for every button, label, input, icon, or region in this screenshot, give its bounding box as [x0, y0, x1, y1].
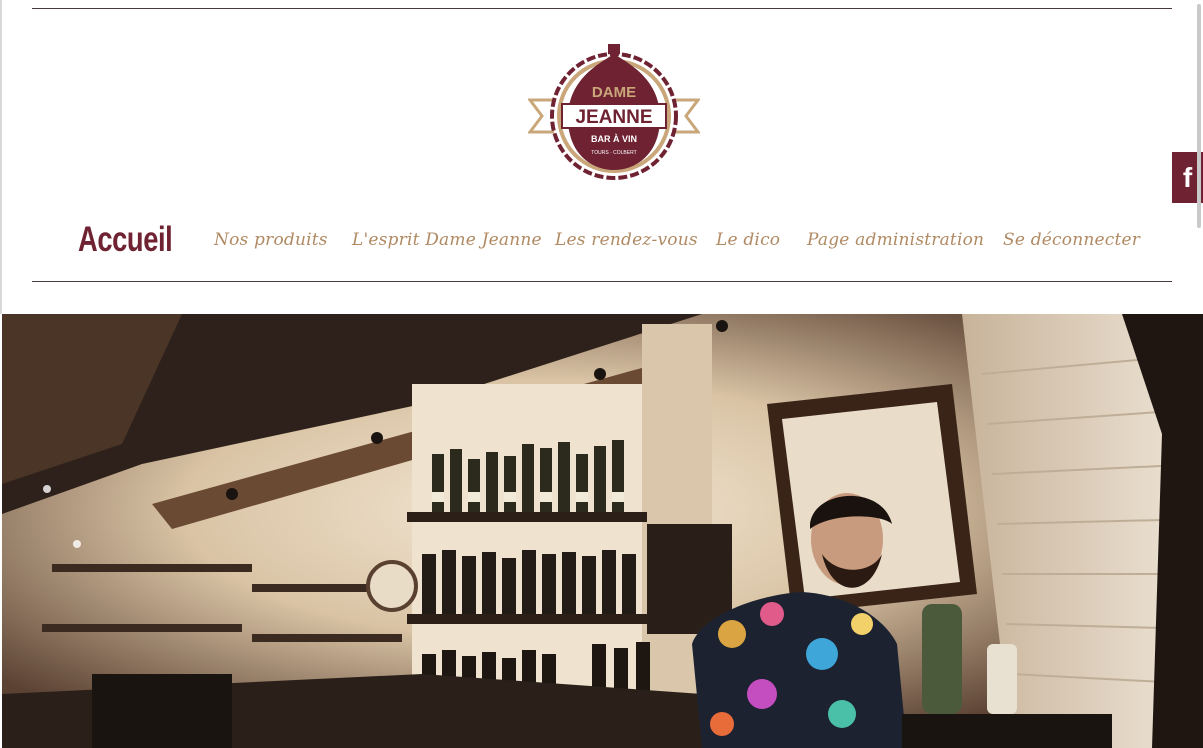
main-navigation: Accueil Nos produits L'esprit Dame Jeann… — [0, 212, 1203, 268]
nav-item-nos-produits[interactable]: Nos produits — [214, 212, 328, 268]
wine-bar-photo — [2, 314, 1203, 748]
scrollbar[interactable] — [1194, 0, 1203, 314]
logo-text-jeanne: JEANNE — [575, 107, 652, 128]
header-bottom-divider — [32, 281, 1172, 282]
scrollbar-thumb[interactable] — [1197, 4, 1201, 228]
nav-item-les-rendez-vous[interactable]: Les rendez-vous — [555, 212, 698, 268]
page: DAME JEANNE BAR À VIN TOURS · COLBERT Ac… — [0, 0, 1203, 748]
hero-image — [2, 314, 1203, 748]
nav-item-esprit-dame-jeanne[interactable]: L'esprit Dame Jeanne — [352, 212, 542, 268]
nav-item-page-administration[interactable]: Page administration — [807, 212, 984, 268]
logo-text-location: TOURS · COLBERT — [591, 150, 636, 156]
header-top-divider — [32, 8, 1172, 9]
dame-jeanne-logo[interactable]: DAME JEANNE BAR À VIN TOURS · COLBERT — [528, 42, 700, 184]
logo-text-dame: DAME — [592, 84, 636, 101]
nav-item-se-deconnecter[interactable]: Se déconnecter — [1003, 212, 1140, 268]
logo-text-bar-a-vin: BAR À VIN — [591, 134, 637, 144]
nav-item-le-dico[interactable]: Le dico — [716, 212, 780, 268]
facebook-icon: f — [1182, 161, 1193, 193]
nav-item-accueil[interactable]: Accueil — [78, 212, 173, 268]
